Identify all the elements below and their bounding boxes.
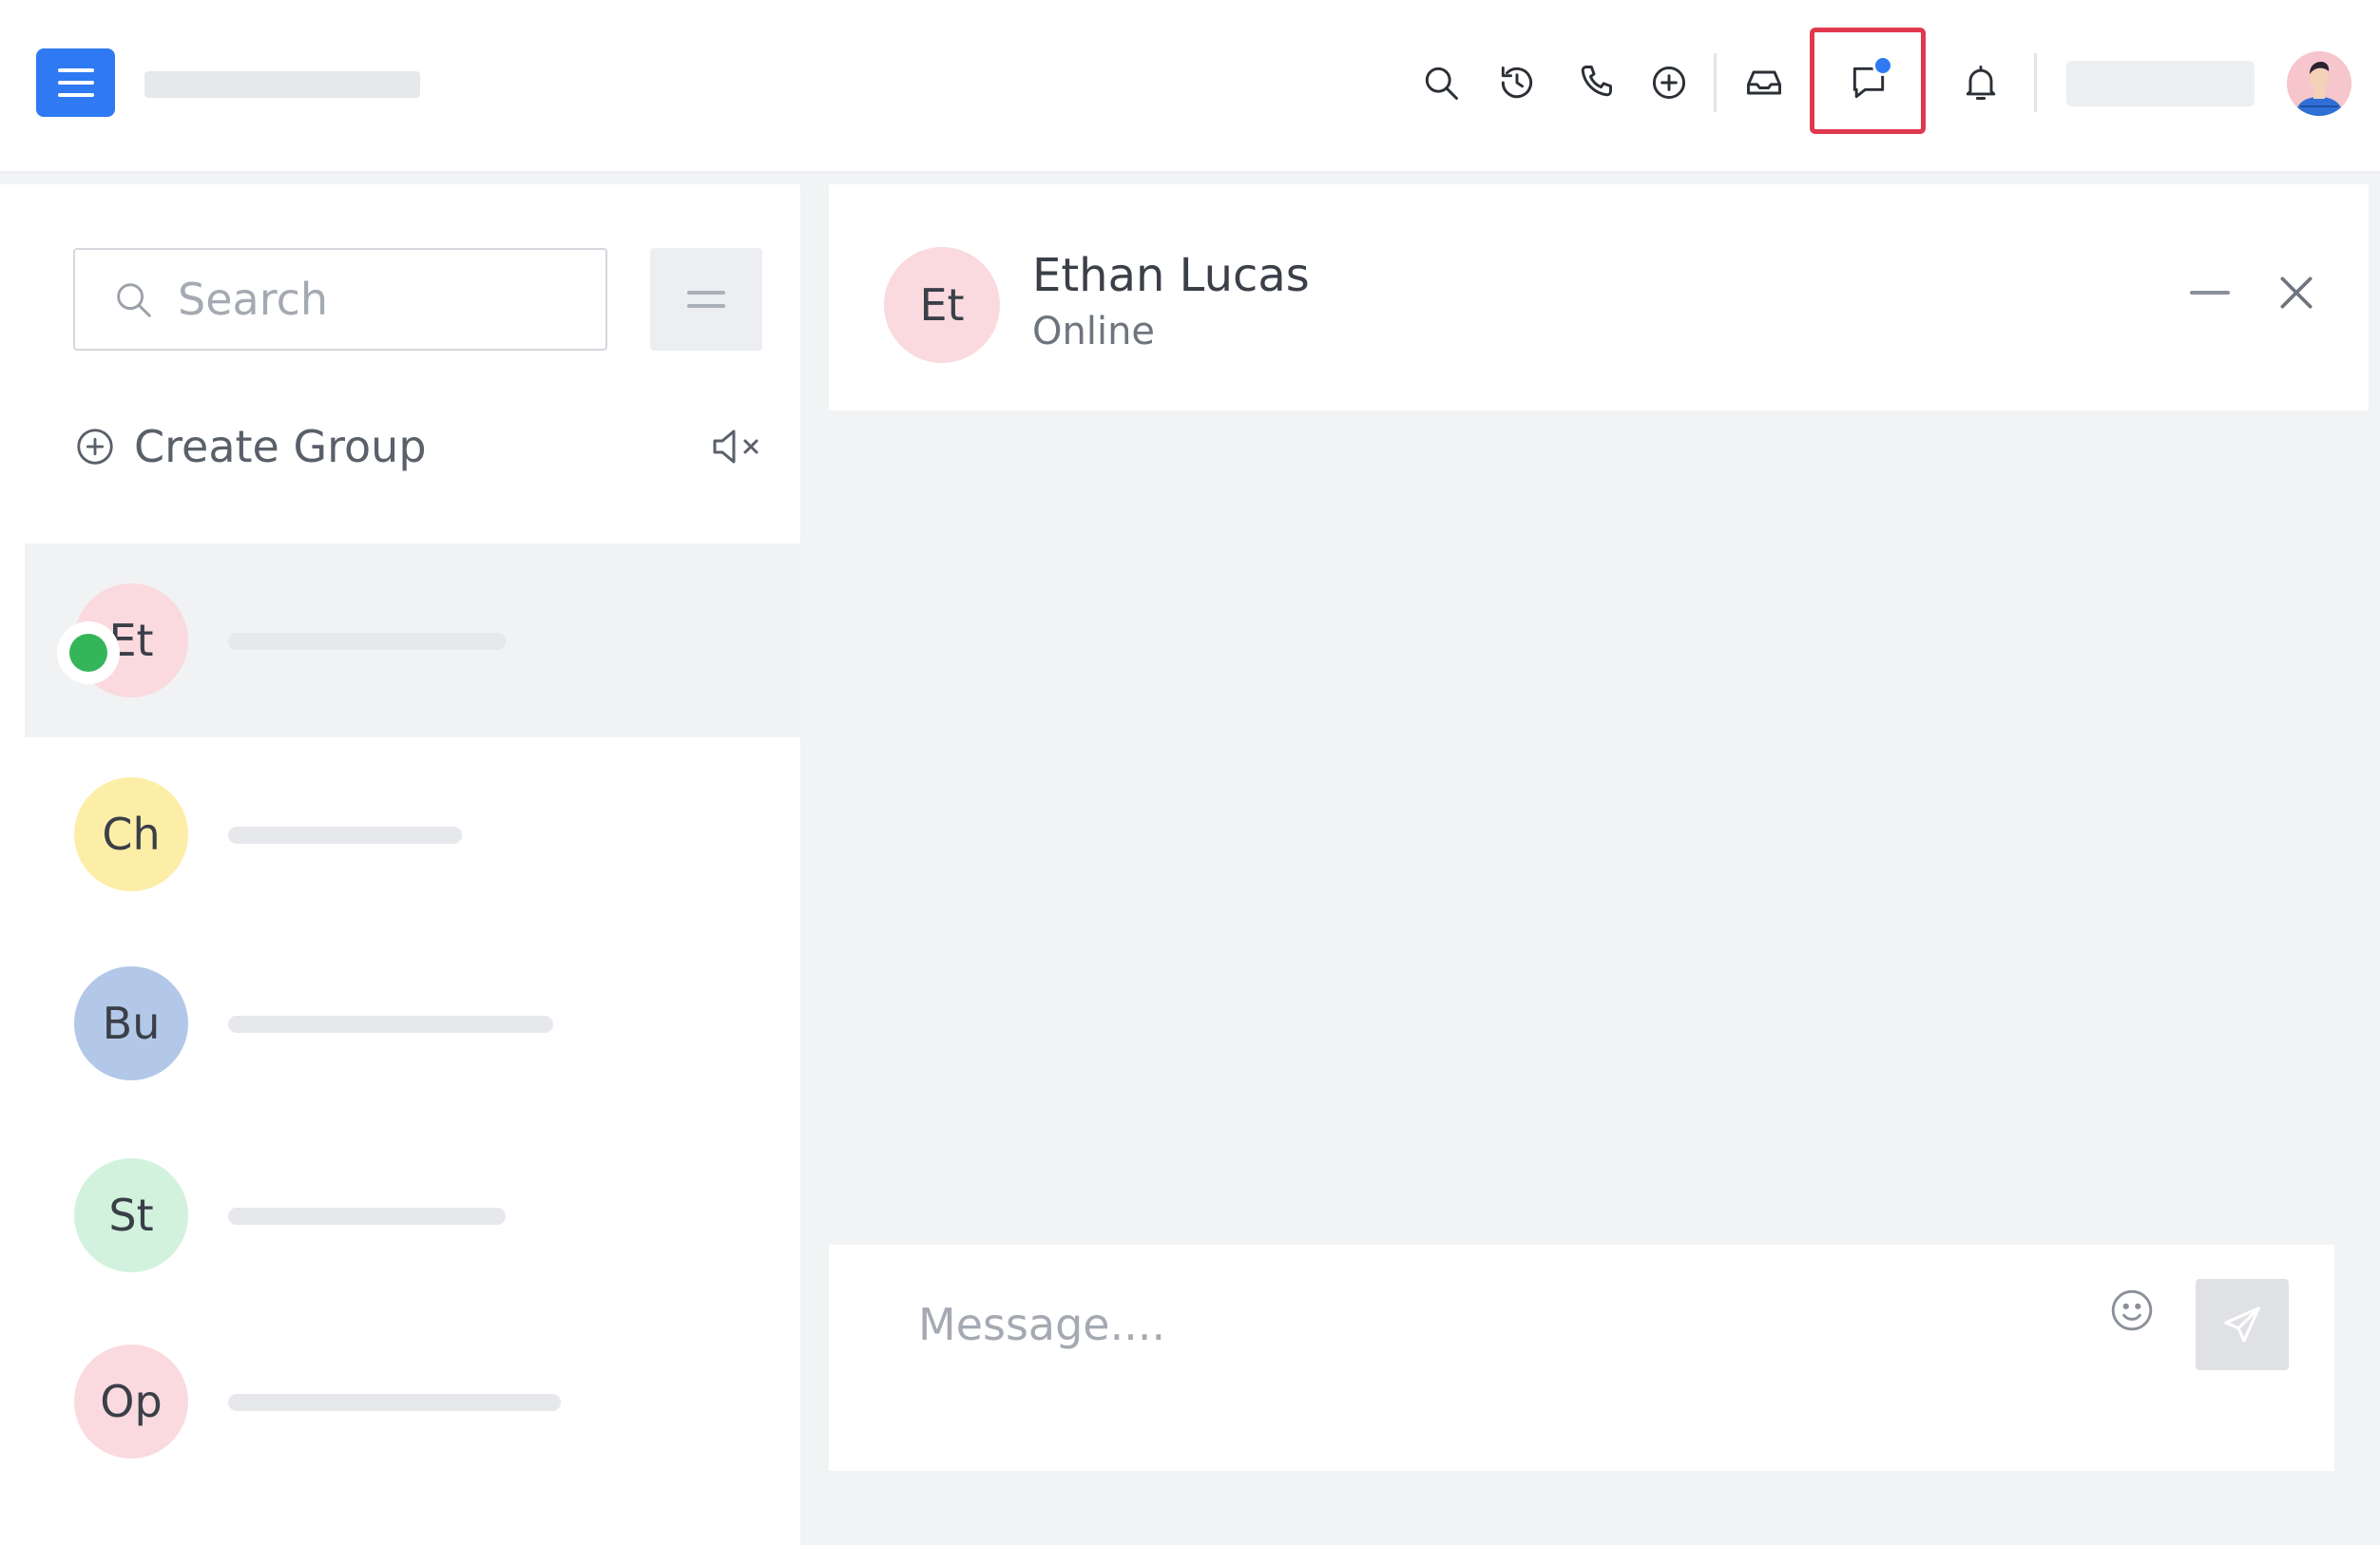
search-button[interactable] — [1412, 54, 1469, 111]
message-input[interactable] — [918, 1294, 1964, 1355]
emoji-icon[interactable] — [2108, 1287, 2156, 1334]
contact-avatar: Bu — [74, 966, 188, 1080]
send-icon — [2224, 1307, 2260, 1343]
search-icon — [1425, 67, 1458, 100]
contact-name-placeholder — [228, 633, 506, 650]
toolbar-divider — [1714, 53, 1717, 112]
message-composer — [829, 1245, 2334, 1471]
filter-line — [687, 304, 725, 308]
hamburger-menu-button[interactable] — [36, 48, 115, 117]
history-button[interactable] — [1488, 54, 1545, 111]
menu-line — [57, 93, 94, 97]
user-avatar-icon — [2287, 51, 2351, 116]
close-icon[interactable] — [2275, 272, 2317, 314]
filter-button[interactable] — [650, 248, 762, 351]
create-group-button[interactable]: Create Group — [73, 418, 427, 475]
contact-name-placeholder — [228, 1016, 553, 1033]
add-circle-icon — [1652, 66, 1686, 100]
inbox-button[interactable] — [1736, 54, 1793, 111]
bell-icon — [1966, 66, 1996, 100]
phone-button[interactable] — [1566, 54, 1623, 111]
contact-avatar: Ch — [74, 777, 188, 891]
history-icon — [1501, 66, 1533, 99]
contact-item[interactable]: Ch — [25, 737, 800, 931]
mute-icon[interactable] — [709, 424, 766, 469]
menu-line — [57, 81, 94, 85]
chat-header: Et Ethan Lucas Online — [829, 184, 2369, 410]
contact-avatar: St — [74, 1158, 188, 1272]
top-bar — [0, 0, 2380, 173]
online-status-dot — [57, 621, 120, 684]
send-button[interactable] — [2196, 1279, 2289, 1370]
search-field[interactable] — [73, 248, 607, 351]
user-name-placeholder[interactable] — [2066, 61, 2255, 106]
add-button[interactable] — [1641, 54, 1698, 111]
menu-line — [57, 68, 94, 72]
contact-name-placeholder — [228, 1394, 561, 1411]
chat-avatar: Et — [884, 247, 1000, 363]
contact-item[interactable]: St — [25, 1118, 800, 1312]
user-avatar[interactable] — [2287, 51, 2351, 116]
page-title-placeholder — [144, 71, 420, 98]
add-circle-icon — [77, 429, 113, 465]
notifications-button[interactable] — [1952, 54, 2009, 111]
chat-highlight-box — [1810, 28, 1926, 134]
contact-name-placeholder — [228, 1208, 506, 1225]
filter-line — [687, 291, 725, 295]
minimize-button[interactable] — [2190, 291, 2230, 295]
search-icon — [117, 283, 151, 317]
contact-item[interactable]: Op — [25, 1305, 800, 1498]
phone-icon — [1581, 66, 1612, 97]
contact-item[interactable]: Et — [25, 544, 800, 737]
contact-name-placeholder — [228, 827, 462, 844]
chat-contact-status: Online — [1032, 310, 1156, 353]
inbox-icon — [1747, 70, 1781, 95]
search-input[interactable] — [178, 274, 577, 325]
create-group-label: Create Group — [134, 421, 427, 472]
chat-contact-name: Ethan Lucas — [1032, 249, 1310, 302]
contact-avatar: Op — [74, 1345, 188, 1459]
toolbar-divider — [2034, 53, 2037, 112]
contact-item[interactable]: Bu — [25, 926, 800, 1120]
